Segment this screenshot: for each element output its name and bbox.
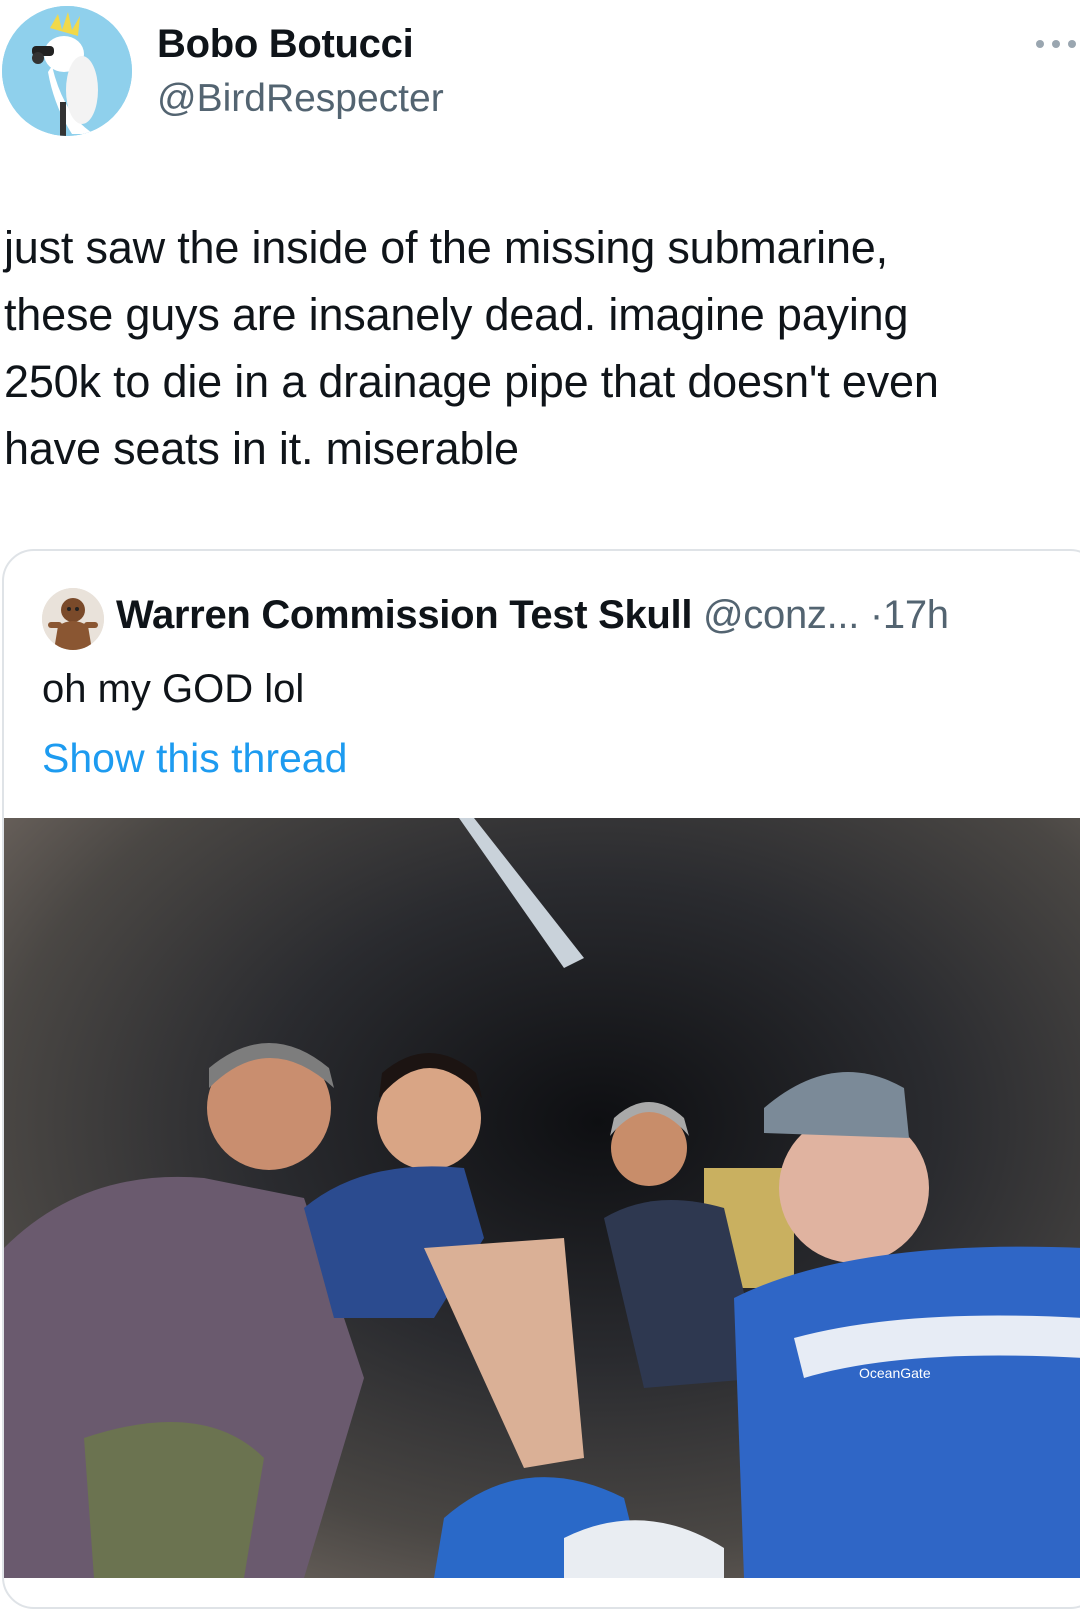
author-avatar[interactable]	[2, 6, 132, 136]
photo-shirt-logo: OceanGate	[859, 1365, 931, 1381]
skull-avatar-icon	[42, 588, 104, 650]
more-options-icon[interactable]	[1032, 32, 1080, 56]
quoted-separator: ·	[869, 593, 883, 637]
quoted-tweet-card[interactable]: Warren Commission Test Skull @conz... ·1…	[2, 549, 1080, 1609]
tweet-text: just saw the inside of the missing subma…	[4, 222, 939, 474]
cockatoo-avatar-icon	[2, 6, 132, 136]
show-thread-link[interactable]: Show this thread	[42, 735, 347, 782]
quoted-tweet-photo[interactable]: OceanGate	[4, 818, 1080, 1578]
quoted-tweet-text: oh my GOD lol	[42, 667, 305, 711]
author-display-name[interactable]: Bobo Botucci	[157, 22, 414, 67]
author-handle[interactable]: @BirdRespecter	[157, 77, 444, 121]
quoted-tweet-header: Warren Commission Test Skull @conz... ·1…	[116, 593, 949, 638]
quoted-handle[interactable]: @conz...	[703, 593, 859, 637]
quoted-author-avatar[interactable]	[42, 588, 104, 650]
quoted-timestamp[interactable]: 17h	[883, 593, 949, 637]
quoted-display-name[interactable]: Warren Commission Test Skull	[116, 593, 692, 637]
